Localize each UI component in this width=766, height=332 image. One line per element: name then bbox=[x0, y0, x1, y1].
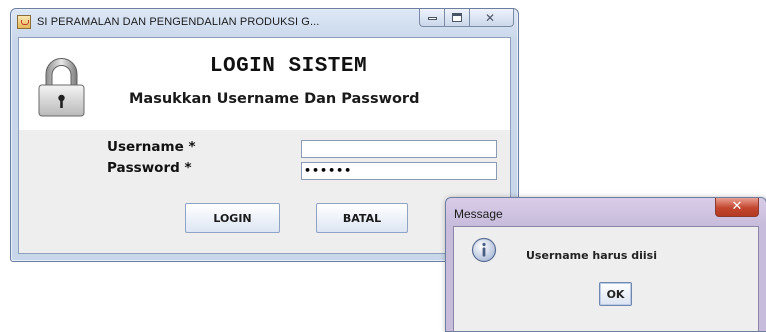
login-header: LOGIN SISTEM Masukkan Username Dan Passw… bbox=[19, 38, 510, 130]
password-label: Password * bbox=[107, 160, 192, 176]
maximize-icon bbox=[452, 13, 462, 22]
window-title: SI PERAMALAN DAN PENGENDALIAN PRODUKSI G… bbox=[37, 16, 320, 28]
dialog-title: Message bbox=[454, 207, 503, 221]
login-form: Username * Password * •••••• LOGIN BATAL bbox=[19, 130, 510, 253]
cancel-button[interactable]: BATAL bbox=[316, 203, 408, 233]
login-panel: LOGIN SISTEM Masukkan Username Dan Passw… bbox=[18, 37, 511, 254]
message-dialog: Message ✕ Username harus diisi OK bbox=[445, 197, 766, 332]
username-label: Username * bbox=[107, 139, 196, 155]
close-button[interactable]: ✕ bbox=[470, 9, 514, 27]
dialog-message: Username harus diisi bbox=[526, 249, 657, 262]
login-button[interactable]: LOGIN bbox=[185, 203, 280, 233]
information-icon bbox=[471, 237, 497, 263]
minimize-button[interactable] bbox=[419, 9, 445, 27]
title-bar[interactable]: SI PERAMALAN DAN PENGENDALIAN PRODUKSI G… bbox=[11, 9, 518, 37]
login-window: SI PERAMALAN DAN PENGENDALIAN PRODUKSI G… bbox=[10, 8, 519, 262]
close-icon: ✕ bbox=[485, 11, 496, 25]
password-input[interactable]: •••••• bbox=[301, 162, 497, 180]
ok-button[interactable]: OK bbox=[599, 282, 632, 306]
close-icon: ✕ bbox=[731, 199, 743, 214]
caption-buttons: ✕ bbox=[419, 9, 514, 29]
maximize-button[interactable] bbox=[445, 9, 470, 27]
minimize-icon bbox=[428, 17, 437, 20]
login-subheading: Masukkan Username Dan Password bbox=[129, 91, 420, 107]
dialog-close-button[interactable]: ✕ bbox=[715, 198, 759, 217]
dialog-body: Username harus diisi OK bbox=[453, 226, 759, 331]
login-heading: LOGIN SISTEM bbox=[209, 55, 368, 78]
java-app-icon bbox=[17, 15, 31, 29]
username-input[interactable] bbox=[301, 140, 497, 158]
